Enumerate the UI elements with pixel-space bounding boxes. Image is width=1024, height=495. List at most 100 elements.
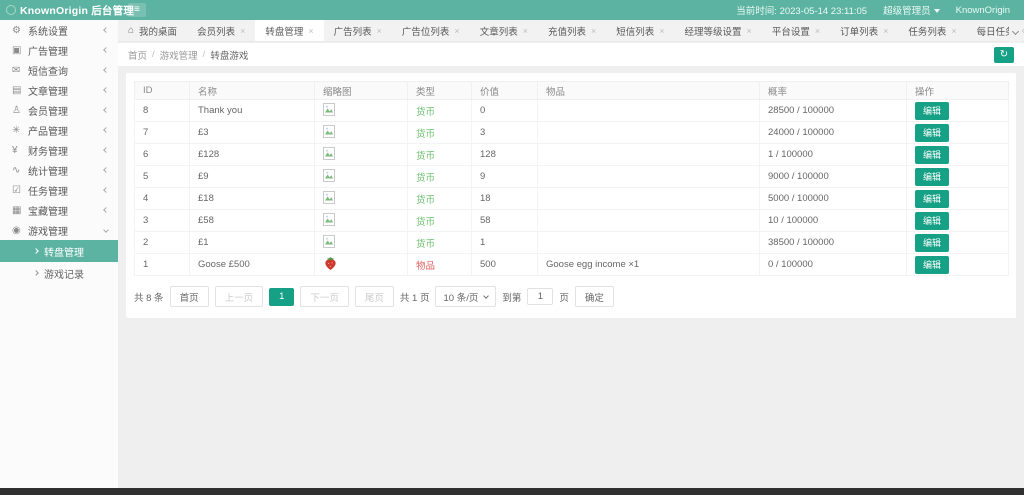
tab-经理等级设置[interactable]: 经理等级设置× [675, 20, 762, 41]
top-header: KnownOrigin 后台管理 ≡ 当前时间: 2023-05-14 23:1… [0, 0, 1024, 20]
role-dropdown[interactable]: 超级管理员 [883, 3, 940, 17]
chevron-left-icon [103, 47, 109, 53]
breadcrumb-separator: / [152, 49, 155, 60]
sidebar-item-user[interactable]: ♙会员管理 [0, 100, 118, 120]
close-icon[interactable]: × [591, 26, 596, 36]
close-icon[interactable]: × [454, 26, 459, 36]
chevron-left-icon [103, 67, 109, 73]
sidebar: ⚙系统设置▣广告管理✉短信查询▤文章管理♙会员管理✳产品管理¥财务管理∿统计管理… [0, 20, 118, 488]
tab-label: 文章列表 [480, 24, 518, 38]
cell-name: Goose £500 [190, 254, 315, 276]
breadcrumb-home[interactable]: 首页 [128, 48, 147, 62]
confirm-button[interactable]: 确定 [575, 286, 614, 307]
bottom-strip [0, 488, 1024, 495]
chevron-left-icon [103, 107, 109, 113]
tab-任务列表[interactable]: 任务列表× [898, 20, 966, 41]
tab-短信列表[interactable]: 短信列表 × [606, 20, 674, 41]
close-icon[interactable]: × [883, 26, 888, 36]
edit-button[interactable]: 编辑 [915, 256, 949, 274]
sidebar-item-product[interactable]: ✳产品管理 [0, 120, 118, 140]
close-icon[interactable]: × [308, 26, 313, 36]
edit-button[interactable]: 编辑 [915, 146, 949, 164]
sidebar-item-game[interactable]: ◉游戏管理 [0, 220, 118, 240]
tab-广告列表[interactable]: 广告列表× [324, 20, 392, 41]
broken-image [323, 152, 335, 163]
cell-actions: 编辑 [907, 144, 1009, 166]
table-row: 7£3货币324000 / 100000编辑 [135, 122, 1009, 144]
edit-button[interactable]: 编辑 [915, 102, 949, 120]
close-icon[interactable]: × [523, 26, 528, 36]
tabs-overflow-button[interactable] [1009, 20, 1022, 42]
last-page-button[interactable]: 尾页 [355, 286, 394, 307]
page-1-button[interactable]: 1 [269, 288, 294, 306]
cell-item [538, 144, 760, 166]
tab-订单列表[interactable]: 订单列表× [830, 20, 898, 41]
page-size-select[interactable]: 10 条/页 [435, 286, 496, 307]
broken-image [323, 130, 335, 141]
sidebar-item-gear[interactable]: ⚙系统设置 [0, 20, 118, 40]
prev-page-button[interactable]: 上一页 [215, 286, 264, 307]
sidebar-subitem-label: 转盘管理 [44, 244, 84, 259]
breadcrumb-section[interactable]: 游戏管理 [160, 48, 198, 62]
close-icon[interactable]: × [377, 26, 382, 36]
edit-button[interactable]: 编辑 [915, 190, 949, 208]
tab-label: 短信列表 [616, 24, 654, 38]
sidebar-subitem[interactable]: 转盘管理 [0, 240, 118, 262]
sidebar-item-label: 统计管理 [28, 163, 104, 178]
username[interactable]: KnownOrigin [956, 5, 1010, 16]
sidebar-item-mail[interactable]: ✉短信查询 [0, 60, 118, 80]
edit-button[interactable]: 编辑 [915, 168, 949, 186]
table-card: ID名称缩略图类型价值物品概率操作 8Thank you货币028500 / 1… [126, 73, 1016, 318]
tab-充值列表[interactable]: 充值列表 × [538, 20, 606, 41]
edit-button[interactable]: 编辑 [915, 234, 949, 252]
goto-page-input[interactable] [527, 288, 553, 305]
cell-id: 2 [135, 232, 190, 254]
refresh-button[interactable]: ↻ [994, 47, 1014, 63]
close-icon[interactable]: × [240, 26, 245, 36]
close-icon[interactable]: × [815, 26, 820, 36]
cell-name: £128 [190, 144, 315, 166]
tab-广告位列表[interactable]: 广告位列表× [392, 20, 470, 41]
sidebar-item-image[interactable]: ▣广告管理 [0, 40, 118, 60]
chevron-down-icon [484, 293, 490, 299]
cell-name: £18 [190, 188, 315, 210]
table-body: 8Thank you货币028500 / 100000编辑7£3货币324000… [135, 100, 1009, 276]
column-header: 物品 [538, 82, 760, 100]
tab-会员列表[interactable]: 会员列表× [187, 20, 255, 41]
close-icon[interactable]: × [951, 26, 956, 36]
sidebar-item-task[interactable]: ☑任务管理 [0, 180, 118, 200]
sidebar-toggle-icon[interactable]: ≡ [128, 3, 146, 17]
sidebar-item-finance[interactable]: ¥财务管理 [0, 140, 118, 160]
cell-id: 4 [135, 188, 190, 210]
product-icon: ✳ [12, 125, 28, 136]
strawberry-image [323, 263, 338, 274]
breadcrumb-current: 转盘游戏 [210, 48, 248, 62]
cell-thumbnail [315, 144, 408, 166]
chevron-left-icon [103, 167, 109, 173]
close-icon[interactable]: × [747, 26, 752, 36]
cell-rate: 5000 / 100000 [760, 188, 907, 210]
cell-type: 货币 [408, 232, 472, 254]
table-row: 3£58货币5810 / 100000编辑 [135, 210, 1009, 232]
tab-转盘管理[interactable]: 转盘管理× [255, 20, 323, 41]
sidebar-item-article[interactable]: ▤文章管理 [0, 80, 118, 100]
tab-文章列表[interactable]: 文章列表 × [470, 20, 538, 41]
main-content: ID名称缩略图类型价值物品概率操作 8Thank you货币028500 / 1… [118, 66, 1024, 488]
close-icon[interactable]: × [659, 26, 664, 36]
next-page-button[interactable]: 下一页 [300, 286, 349, 307]
edit-button[interactable]: 编辑 [915, 124, 949, 142]
sidebar-item-label: 系统设置 [28, 23, 104, 38]
first-page-button[interactable]: 首页 [170, 286, 209, 307]
sidebar-item-stats[interactable]: ∿统计管理 [0, 160, 118, 180]
chevron-down-icon [103, 227, 109, 233]
edit-button[interactable]: 编辑 [915, 212, 949, 230]
tab-平台设置[interactable]: 平台设置× [762, 20, 830, 41]
app-title: KnownOrigin 后台管理 [20, 3, 134, 18]
sidebar-subitem[interactable]: 游戏记录 [0, 262, 118, 284]
cell-id: 8 [135, 100, 190, 122]
sidebar-item-treasure[interactable]: ▦宝藏管理 [0, 200, 118, 220]
cell-thumbnail [315, 100, 408, 122]
tab-label: 充值列表 [548, 24, 586, 38]
tab-我的桌面[interactable]: ⌂我的桌面 [118, 20, 187, 41]
home-icon: ⌂ [128, 25, 134, 36]
